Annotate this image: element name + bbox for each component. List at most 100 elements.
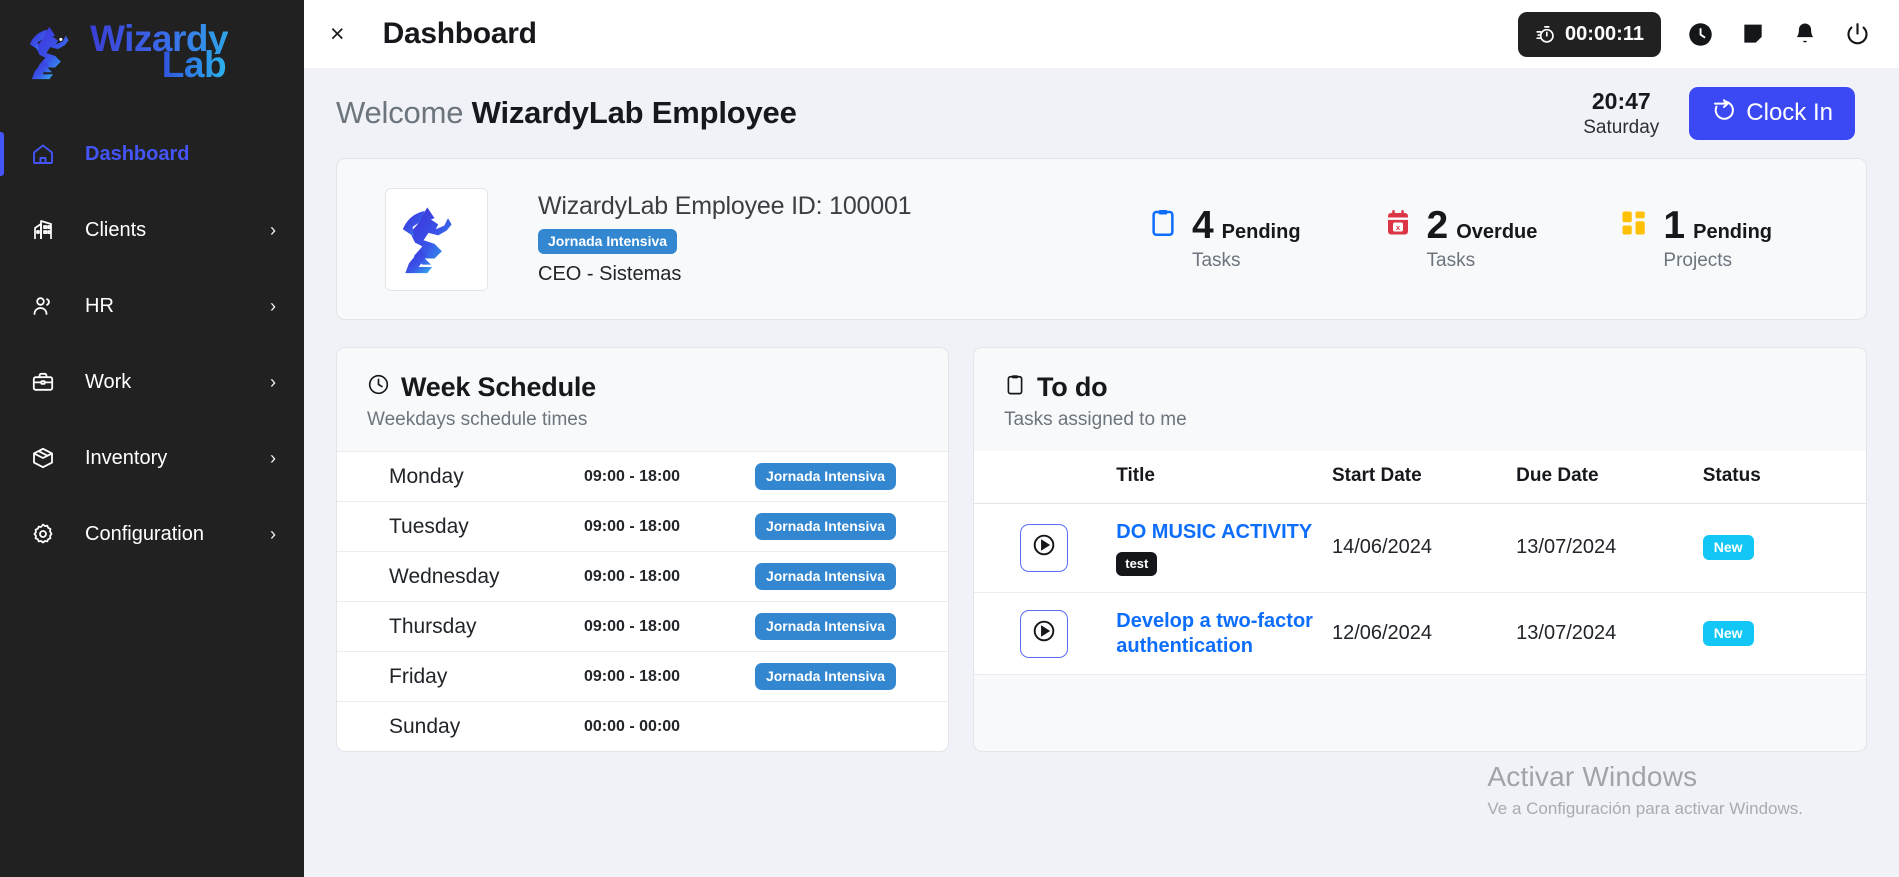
chevron-right-icon: › — [270, 296, 276, 316]
bell-icon[interactable] — [1792, 21, 1818, 47]
grid-icon — [1619, 208, 1649, 243]
clock-icon[interactable] — [1687, 21, 1714, 48]
todo-title: To do — [1037, 372, 1108, 402]
week-schedule-subtitle: Weekdays schedule times — [367, 409, 588, 430]
play-task-button[interactable] — [1020, 609, 1068, 658]
timer-badge[interactable]: 00:00:11 — [1518, 11, 1661, 57]
dragon-logo-icon — [402, 207, 452, 274]
play-task-button[interactable] — [1020, 523, 1068, 572]
sidebar-item-configuration[interactable]: Configuration › — [0, 496, 304, 572]
users-icon — [26, 294, 60, 318]
stopwatch-icon — [1535, 24, 1556, 45]
play-circle-icon — [1031, 532, 1057, 563]
sidebar-item-label: Inventory — [85, 446, 168, 469]
sidebar-item-inventory[interactable]: Inventory › — [0, 420, 304, 496]
content: WizardyLab Employee ID: 100001 Jornada I… — [304, 158, 1899, 877]
sidebar-item-hr[interactable]: HR › — [0, 268, 304, 344]
cell-title: DO MUSIC ACTIVITY test — [1116, 503, 1332, 593]
sidebar-item-dashboard[interactable]: Dashboard — [0, 116, 304, 192]
calendar-x-icon: x — [1383, 208, 1413, 243]
brand-wordmark: Wizardy Lab — [90, 19, 229, 85]
task-title-link[interactable]: Develop a two-factor authentication — [1116, 609, 1332, 659]
schedule-row: Friday 09:00 - 18:00 Jornada Intensiva — [337, 651, 948, 701]
sidebar-item-work[interactable]: Work › — [0, 344, 304, 420]
status-badge: New — [1702, 535, 1754, 561]
schedule-day: Monday — [389, 464, 464, 488]
schedule-badge: Jornada Intensiva — [754, 663, 896, 690]
profile-name-row: WizardyLab Employee ID: 100001 — [538, 192, 912, 221]
stat-label-top: Pending — [1693, 221, 1772, 244]
todo-table: Title Start Date Due Date Status DO MUSI… — [974, 451, 1866, 676]
building-icon — [26, 218, 60, 242]
week-schedule-header: Week Schedule Weekdays schedule times — [337, 348, 948, 451]
todo-card: To do Tasks assigned to me Title Start D… — [973, 347, 1867, 752]
week-schedule-list: Monday 09:00 - 18:00 Jornada Intensiva T… — [337, 451, 948, 751]
status-badge: New — [1702, 621, 1754, 647]
cell-title: Develop a two-factor authentication — [1116, 592, 1332, 676]
profile-id: ID: 100001 — [791, 192, 912, 220]
schedule-time: 09:00 - 18:00 — [584, 467, 681, 485]
note-icon[interactable] — [1740, 21, 1766, 47]
schedule-row: Wednesday 09:00 - 18:00 Jornada Intensiv… — [337, 551, 948, 601]
stat-value: 2 — [1426, 204, 1449, 248]
welcome-text: Welcome WizardyLab Employee — [336, 95, 797, 131]
clipboard-icon — [1148, 208, 1178, 243]
close-icon[interactable]: × — [330, 21, 345, 47]
chevron-right-icon: › — [270, 372, 276, 392]
sidebar-item-label: HR — [85, 294, 114, 317]
schedule-day: Tuesday — [389, 514, 469, 538]
schedule-time: 09:00 - 18:00 — [584, 567, 681, 585]
box-icon — [26, 446, 60, 470]
brand-logo[interactable]: Wizardy Lab — [0, 0, 304, 104]
timer-value: 00:00:11 — [1565, 22, 1644, 45]
task-title-link[interactable]: DO MUSIC ACTIVITY — [1116, 520, 1312, 545]
column-header-status: Status — [1702, 451, 1866, 504]
cell-status: New — [1702, 503, 1866, 593]
avatar — [385, 187, 488, 291]
schedule-row: Sunday 00:00 - 00:00 — [337, 701, 948, 751]
svg-text:x: x — [1395, 223, 1400, 232]
cell-due-date: 13/07/2024 — [1516, 592, 1703, 676]
todo-table-head: Title Start Date Due Date Status — [974, 451, 1866, 504]
schedule-time: 09:00 - 18:00 — [584, 617, 681, 635]
clock-in-label: Clock In — [1746, 99, 1833, 126]
schedule-day: Wednesday — [389, 564, 500, 588]
task-tag: test — [1116, 551, 1158, 576]
table-row: Develop a two-factor authentication 12/0… — [974, 592, 1866, 676]
briefcase-icon — [26, 370, 60, 394]
stat-pending-projects: 1 Pending Projects — [1619, 204, 1772, 270]
gear-icon — [26, 522, 60, 546]
chevron-right-icon: › — [270, 448, 276, 468]
schedule-badge: Jornada Intensiva — [754, 463, 896, 490]
column-header-due-date: Due Date — [1516, 451, 1703, 504]
current-day: Saturday — [1583, 116, 1660, 138]
schedule-row: Tuesday 09:00 - 18:00 Jornada Intensiva — [337, 501, 948, 551]
chevron-right-icon: › — [270, 524, 276, 544]
sidebar-item-clients[interactable]: Clients › — [0, 192, 304, 268]
topbar: × Dashboard 00:00:11 — [304, 0, 1899, 68]
profile-role: CEO - Sistemas — [538, 263, 682, 285]
profile-info: WizardyLab Employee ID: 100001 Jornada I… — [538, 192, 912, 286]
week-schedule-title: Week Schedule — [401, 372, 596, 402]
dashboard-grid: Week Schedule Weekdays schedule times Mo… — [336, 347, 1867, 752]
stat-pending-tasks: 4 Pending Tasks — [1148, 206, 1301, 271]
brand-name-part2: Lab — [161, 44, 227, 85]
schedule-badge: Jornada Intensiva — [754, 613, 896, 640]
topbar-actions: 00:00:11 — [1518, 11, 1871, 57]
welcome-bar: Welcome WizardyLab Employee 20:47 Saturd… — [304, 68, 1899, 158]
schedule-day: Friday — [389, 664, 448, 688]
profile-name: WizardyLab Employee — [538, 192, 785, 220]
column-header-start-date: Start Date — [1331, 451, 1517, 504]
stat-value: 1 — [1663, 204, 1686, 248]
cell-status: New — [1702, 592, 1866, 676]
schedule-day: Thursday — [389, 614, 477, 638]
sidebar-nav: Dashboard Clients › HR › Work › Inventor… — [0, 116, 304, 572]
clock-in-button[interactable]: Clock In — [1689, 86, 1855, 140]
power-icon[interactable] — [1844, 21, 1871, 48]
stat-label-bottom: Tasks — [1191, 249, 1241, 271]
profile-card: WizardyLab Employee ID: 100001 Jornada I… — [336, 158, 1867, 320]
schedule-time: 09:00 - 18:00 — [584, 517, 681, 535]
profile-stats: 4 Pending Tasks x 2 Overdue Tasks 1 Pend… — [1148, 204, 1832, 271]
todo-subtitle: Tasks assigned to me — [1004, 409, 1187, 430]
schedule-row: Monday 09:00 - 18:00 Jornada Intensiva — [337, 451, 948, 501]
